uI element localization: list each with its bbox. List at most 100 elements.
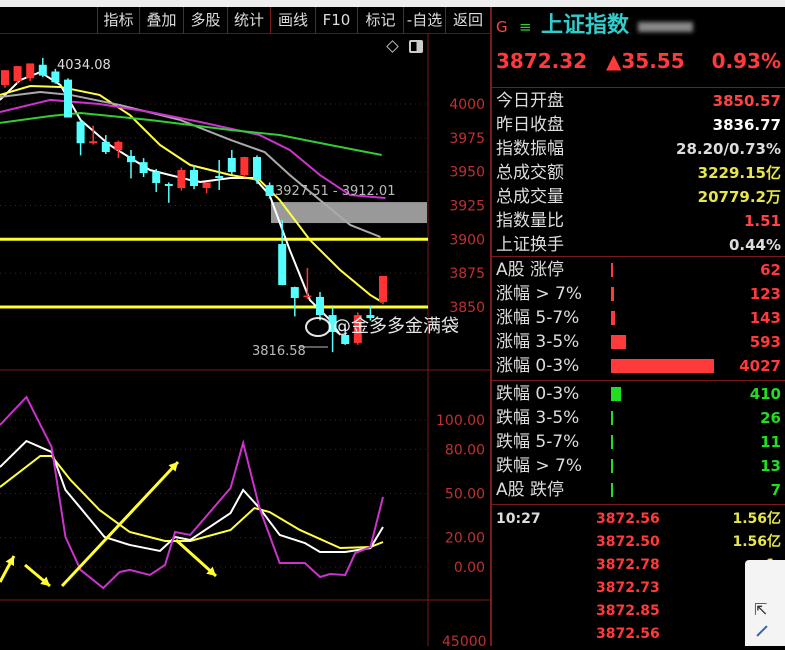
indicator-axis-label: 20.00 [445, 531, 485, 547]
stat-row: 上证换手 0.44% [496, 233, 781, 257]
tick-price: 3872.50 [596, 534, 660, 550]
stat-label: 总成交额 [496, 163, 564, 183]
breadth-value: 7 [770, 481, 781, 499]
range-label: 3927.51 - 3912.01 [275, 184, 396, 199]
stat-value: 28.20/0.73% [676, 140, 781, 158]
quote-panel: G ≡ 上证指数 3872.32 ▲35.55 0.93% 今日开盘 3850.5… [490, 7, 785, 646]
candle-body [379, 275, 387, 302]
tick-price: 3872.56 [596, 626, 660, 642]
kline-chart-svg[interactable]: 4000397539503925390038753850100.0080.005… [0, 34, 490, 646]
toolbar-stats-button[interactable]: 统计 [227, 7, 270, 34]
breadth-bar [611, 359, 714, 373]
tick-row: 3872.561. [496, 622, 781, 646]
stat-row: 指数振幅 28.20/0.73% [496, 137, 781, 161]
stat-value: 0.44% [728, 236, 781, 254]
candle-body [114, 141, 123, 151]
tick-row: 3872.781. [496, 553, 781, 577]
toolbar-mark-button[interactable]: 标记 [357, 7, 403, 34]
candle-body [139, 162, 148, 174]
menu-icon[interactable]: ≡ [519, 18, 532, 36]
candle-body [227, 157, 236, 173]
watermark: @金多多金满袋 [305, 312, 459, 338]
toolbar-multi-stock-button[interactable]: 多股 [183, 7, 227, 34]
breadth-row: 跌幅 > 7% 13 [496, 454, 781, 478]
breadth-bar [611, 335, 627, 349]
breadth-label: A股 涨停 [496, 260, 565, 280]
stat-row: 总成交量 20779.2万 [496, 185, 781, 209]
window-top-strip [0, 0, 785, 7]
breadth-bar [611, 263, 613, 277]
breadth-row: 跌幅 3-5% 26 [496, 406, 781, 430]
breadth-value: 13 [760, 457, 781, 475]
toolbar-back-button[interactable]: 返回 [445, 7, 490, 34]
breadth-label: 涨幅 3-5% [496, 332, 580, 352]
candle-body [240, 157, 249, 176]
kdj-j-line [0, 395, 384, 590]
breadth-row: 涨幅 3-5% 593 [496, 330, 781, 354]
toolbar-indicator-button[interactable]: 指标 [97, 7, 139, 34]
watermark-text: @金多多金满袋 [333, 316, 459, 337]
breadth-value: 593 [749, 333, 781, 351]
breadth-row: 涨幅 > 7% 123 [496, 282, 781, 306]
divider [492, 87, 785, 88]
price-label-low: 3816.58 [252, 344, 306, 359]
breadth-bar [611, 483, 613, 497]
kline-chart-area[interactable]: 4000 3975 3950 3925 3900 3875 3850 100.00 80.00 5… [0, 34, 490, 650]
candle-body [202, 182, 211, 189]
drawing-tools-popup[interactable]: ⇱ [745, 560, 785, 646]
price-axis-label: 3950 [449, 165, 485, 181]
last-price: 3872.32 [496, 49, 588, 73]
stat-value: 3836.77 [712, 116, 781, 134]
price-change-pct: 0.93% [711, 49, 781, 73]
line-tool-icon[interactable] [756, 625, 768, 637]
price-change: ▲35.55 [606, 49, 685, 73]
candle-body [101, 141, 110, 153]
toolbar-overlay-button[interactable]: 叠加 [139, 7, 183, 34]
toolbar-remove-watchlist-button[interactable]: -自选 [403, 7, 445, 34]
stat-label: 指数量比 [496, 211, 564, 231]
candle-body [89, 141, 98, 144]
tick-row: 10:27 3872.56 1.56亿 [496, 507, 781, 531]
breadth-value: 123 [749, 285, 781, 303]
divider [492, 504, 785, 505]
breadth-row: 涨幅 5-7% 143 [496, 306, 781, 330]
toolbar-f10-button[interactable]: F10 [315, 7, 357, 34]
price-axis-label: 4000 [449, 97, 485, 113]
candle-body [177, 170, 186, 189]
divider [492, 380, 785, 381]
candle-body [152, 172, 161, 184]
candle-body [51, 71, 60, 83]
breadth-row: A股 涨停 62 [496, 258, 781, 282]
panel-toggle-icon[interactable] [409, 40, 423, 53]
stat-label: 上证换手 [496, 235, 564, 255]
toolbar-draw-line-button[interactable]: 画线 [270, 7, 315, 34]
tick-time: 10:27 [496, 511, 541, 527]
tick-price: 3872.78 [596, 557, 660, 573]
stat-value: 3850.57 [712, 92, 781, 110]
candle-body [64, 79, 72, 118]
stat-label: 总成交量 [496, 187, 564, 207]
indicator-axis-label: 80.00 [445, 442, 485, 458]
candle-body [278, 244, 287, 286]
cursor-icon[interactable]: ⇱ [754, 600, 767, 619]
tick-volume: 1.56亿 [732, 511, 781, 527]
price-axis-label: 3925 [449, 198, 485, 214]
breadth-value: 26 [760, 409, 781, 427]
tick-row: 3872.731. [496, 576, 781, 600]
stat-label: 今日开盘 [496, 91, 564, 111]
candle-body [215, 175, 224, 179]
breadth-row: A股 跌停 7 [496, 478, 781, 502]
indicator-axis-label: 100.00 [436, 413, 485, 429]
breadth-bar [611, 435, 613, 449]
stat-value: 20779.2万 [697, 188, 781, 206]
candle-body [1, 70, 9, 86]
indicator-axis-label: 50.00 [445, 487, 485, 503]
breadth-label: 跌幅 > 7% [496, 456, 583, 476]
price-axis-label: 3975 [449, 131, 485, 147]
breadth-bar [611, 411, 613, 425]
stat-row: 指数量比 1.51 [496, 209, 781, 233]
tick-row: 3872.50 1.56亿 [496, 530, 781, 554]
stat-row: 今日开盘 3850.57 [496, 89, 781, 113]
tick-volume: 1.56亿 [732, 534, 781, 550]
price-axis-label: 3900 [449, 232, 485, 248]
